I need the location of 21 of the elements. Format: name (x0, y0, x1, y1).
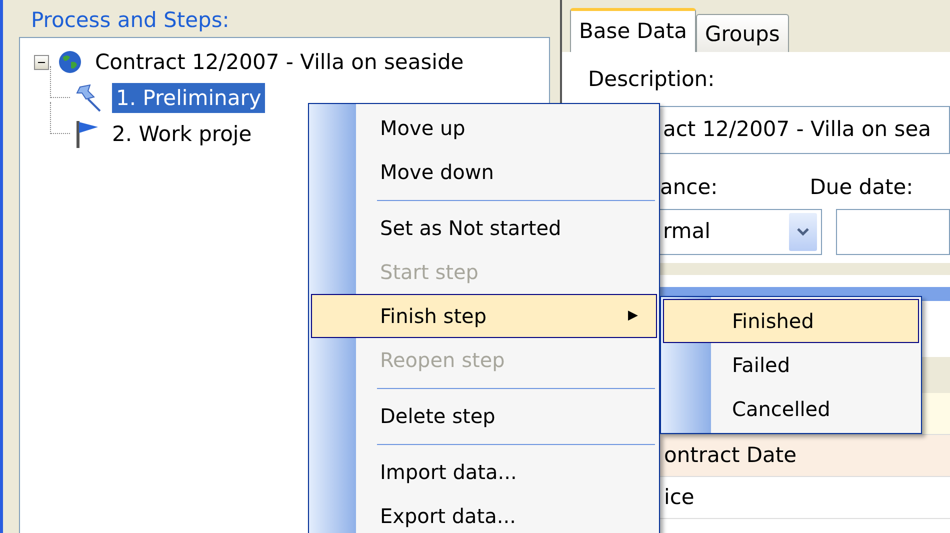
tab[interactable]: Groups (696, 14, 789, 52)
due-date-field[interactable] (836, 209, 950, 255)
due-date-label: Due date: (810, 174, 914, 200)
menu-item[interactable]: Finished (663, 299, 919, 343)
flag-icon (74, 119, 100, 149)
menu-item[interactable]: Delete step (311, 394, 657, 438)
tab[interactable]: Base Data (570, 8, 696, 52)
importance-label: ance: (660, 174, 718, 200)
tree-connector-line (50, 66, 70, 98)
tree-item[interactable]: Contract 12/2007 - Villa on seaside (91, 47, 468, 77)
tree-item[interactable]: 1. Preliminary (112, 83, 266, 113)
submenu-arrow-icon: ▶ (628, 306, 638, 326)
tree-connector-line (50, 102, 70, 134)
panel-title: Process and Steps: (30, 7, 230, 34)
globe-icon (57, 49, 83, 75)
collapse-toggle-icon[interactable] (34, 54, 49, 70)
tree-item[interactable]: 2. Work proje (108, 119, 256, 149)
description-label: Description: (587, 66, 716, 93)
menu-item[interactable]: Failed (663, 343, 919, 387)
menu-item[interactable]: Cancelled (663, 387, 919, 431)
menu-item[interactable]: Finish step ▶ (311, 294, 657, 338)
